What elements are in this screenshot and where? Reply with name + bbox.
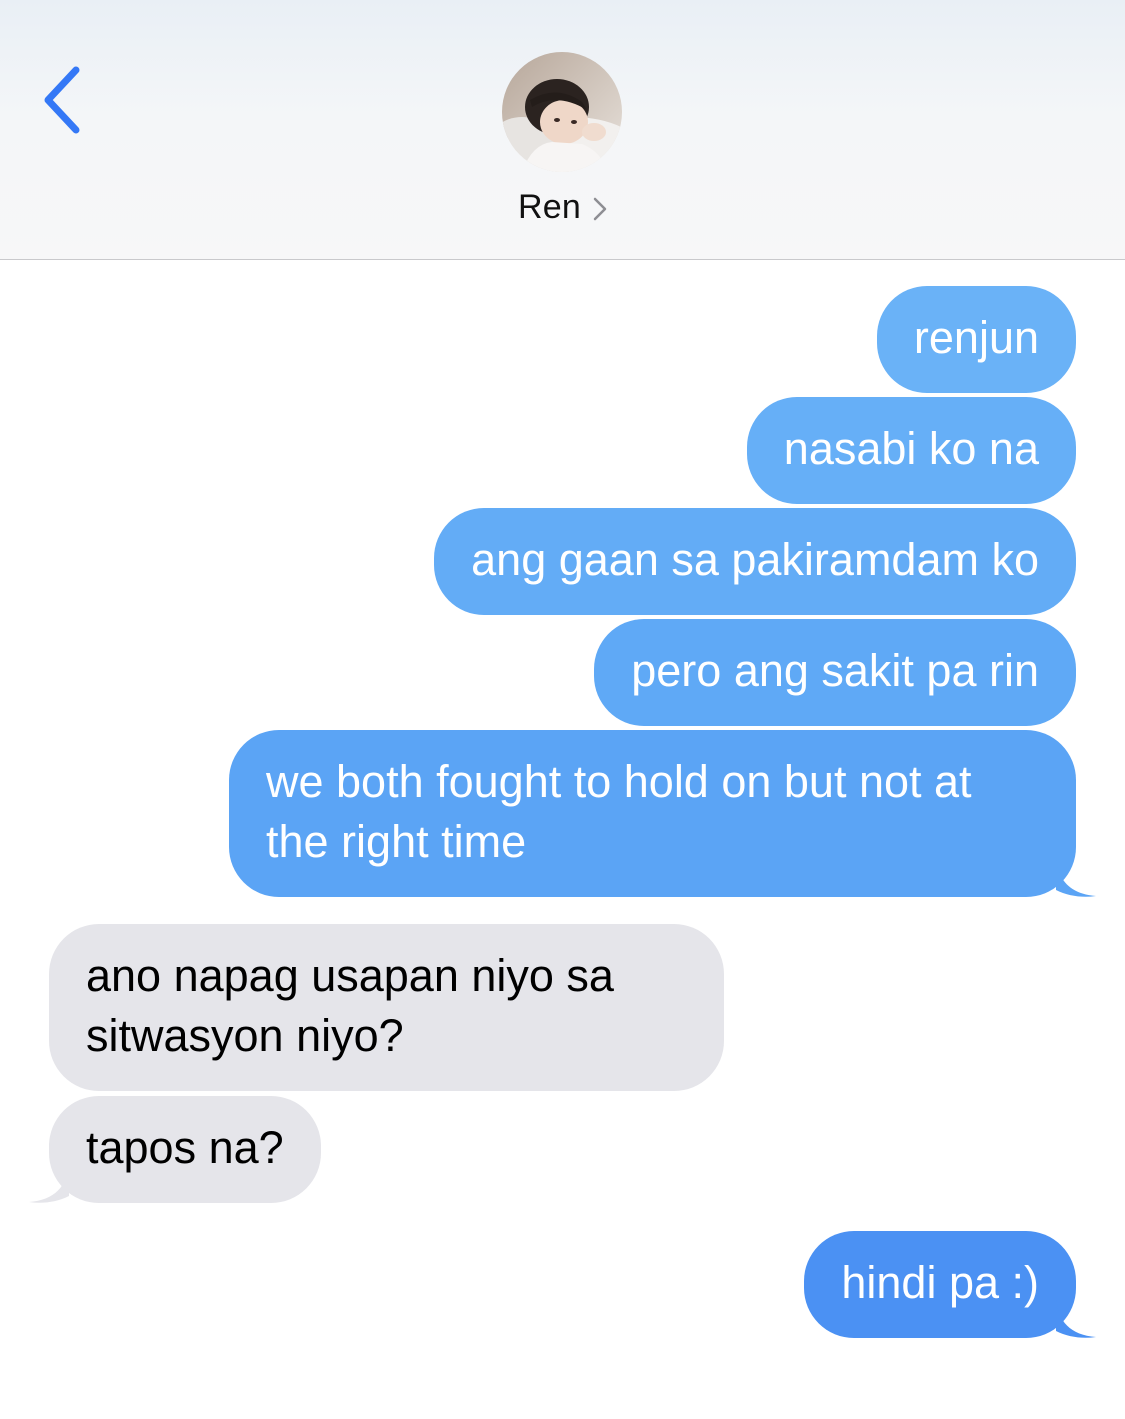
message-text: we both fought to hold on but not at the… — [266, 756, 972, 867]
avatar[interactable] — [502, 52, 622, 172]
sent-message-bubble[interactable]: ang gaan sa pakiramdam ko — [434, 508, 1076, 615]
message-text: renjun — [913, 312, 1039, 363]
bubble-tail-icon — [1056, 1299, 1096, 1338]
chevron-right-icon — [593, 197, 607, 221]
message-text: nasabi ko na — [783, 423, 1039, 474]
sent-message-bubble[interactable]: renjun — [876, 286, 1076, 393]
chevron-left-icon — [44, 66, 80, 134]
received-message-bubble[interactable]: ano napag usapan niyo sa sitwasyon niyo? — [49, 924, 724, 1091]
sent-message-bubble[interactable]: pero ang sakit pa rin — [594, 619, 1076, 726]
message-text: ang gaan sa pakiramdam ko — [471, 534, 1039, 585]
sent-message-bubble[interactable]: we both fought to hold on but not at the… — [229, 730, 1096, 897]
contact-name-button[interactable]: Ren — [0, 182, 1125, 232]
bubble-tail-icon — [1056, 858, 1096, 897]
message-text: pero ang sakit pa rin — [631, 645, 1039, 696]
back-button[interactable] — [22, 55, 102, 145]
message-text: hindi pa :) — [841, 1257, 1039, 1308]
contact-name: Ren — [518, 187, 581, 226]
conversation-header: Ren — [0, 0, 1125, 260]
sent-message-bubble[interactable]: nasabi ko na — [746, 397, 1076, 504]
received-message-bubble[interactable]: tapos na? — [29, 1096, 321, 1203]
message-text: ano napag usapan niyo sa sitwasyon niyo? — [86, 950, 614, 1061]
contact-photo-icon — [502, 52, 622, 172]
message-text: tapos na? — [86, 1122, 284, 1173]
bubble-tail-icon — [29, 1164, 69, 1203]
sent-message-bubble[interactable]: hindi pa :) — [804, 1231, 1096, 1338]
